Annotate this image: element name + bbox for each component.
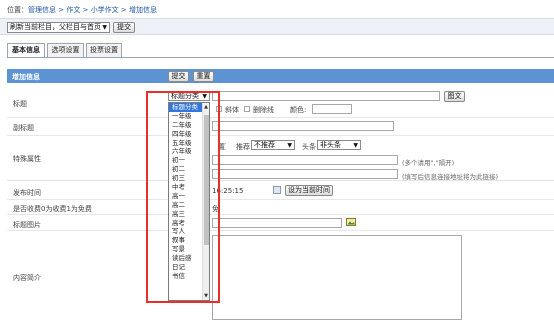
calendar-icon[interactable]: [273, 186, 281, 194]
tab-options[interactable]: 选项设置: [47, 43, 84, 57]
set-now-button[interactable]: 设为当前时间: [285, 185, 333, 196]
tab-basic-info[interactable]: 基本信息: [7, 43, 45, 57]
headline-value: 非头条: [320, 141, 341, 149]
strike-label: 删除线: [253, 106, 274, 114]
toolbar-submit-button[interactable]: 提交: [113, 22, 135, 33]
location-label: 位置：: [7, 6, 28, 14]
chevron-down-icon: ▼: [353, 142, 358, 149]
tab-vote[interactable]: 投票设置: [86, 43, 122, 57]
title-input[interactable]: [212, 91, 440, 101]
strike-checkbox[interactable]: [244, 106, 250, 112]
title-image-input[interactable]: [212, 218, 342, 228]
chevron-down-icon: ▼: [102, 24, 107, 31]
row-divider: [7, 117, 554, 118]
header-submit-button[interactable]: 提交: [168, 71, 189, 82]
title-image-label: 标题图片: [13, 221, 41, 229]
special-attr-label: 特殊属性: [13, 155, 41, 163]
title-label: 标题: [13, 100, 27, 108]
subtitle-label: 副标题: [13, 124, 34, 132]
row-divider: [7, 230, 554, 231]
chevron-down-icon: ▼: [287, 142, 292, 149]
color-label: 颜色:: [290, 106, 307, 114]
tab-underline: [7, 57, 554, 58]
keywords-input[interactable]: [212, 155, 398, 165]
summary-label: 内容简介: [13, 274, 41, 282]
link-input[interactable]: [212, 169, 398, 179]
reset-button[interactable]: 重置: [193, 71, 214, 82]
row-divider: [7, 214, 554, 215]
recommend-select[interactable]: 不推荐 ▼: [251, 140, 295, 150]
recommend-label: 推荐: [236, 143, 250, 151]
row-divider: [7, 135, 554, 136]
image-text-button[interactable]: 图文: [444, 91, 465, 102]
link-hint: (填写后信息连接地址将为此链接): [402, 173, 499, 181]
image-upload-icon[interactable]: [346, 217, 356, 226]
headline-select[interactable]: 非头条 ▼: [317, 140, 361, 150]
refresh-select[interactable]: 刷新当前栏目，父栏目与首页 ▼: [7, 22, 110, 33]
keywords-hint: (多个请用","隔开): [402, 159, 455, 167]
summary-textarea[interactable]: [212, 235, 462, 320]
location-bar: 位置：管理信息 > 作文 > 小学作文 > 增加信息: [7, 5, 157, 15]
recommend-value: 不推荐: [254, 141, 275, 149]
color-input[interactable]: [312, 104, 352, 114]
italic-label: 斜体: [225, 106, 239, 114]
row-divider: [7, 199, 554, 200]
highlight-box: [146, 91, 220, 303]
breadcrumb[interactable]: 管理信息 > 作文 > 小学作文 > 增加信息: [28, 6, 157, 14]
form-header-title: 增加信息: [12, 73, 40, 81]
refresh-select-value: 刷新当前栏目，父栏目与首页: [10, 23, 101, 31]
subtitle-input[interactable]: [212, 121, 394, 131]
form-header: [7, 69, 554, 83]
headline-label: 头条: [302, 143, 316, 151]
charge-label: 是否收费0为收费1为免费: [13, 205, 92, 213]
date-label: 发布时间: [13, 189, 41, 197]
